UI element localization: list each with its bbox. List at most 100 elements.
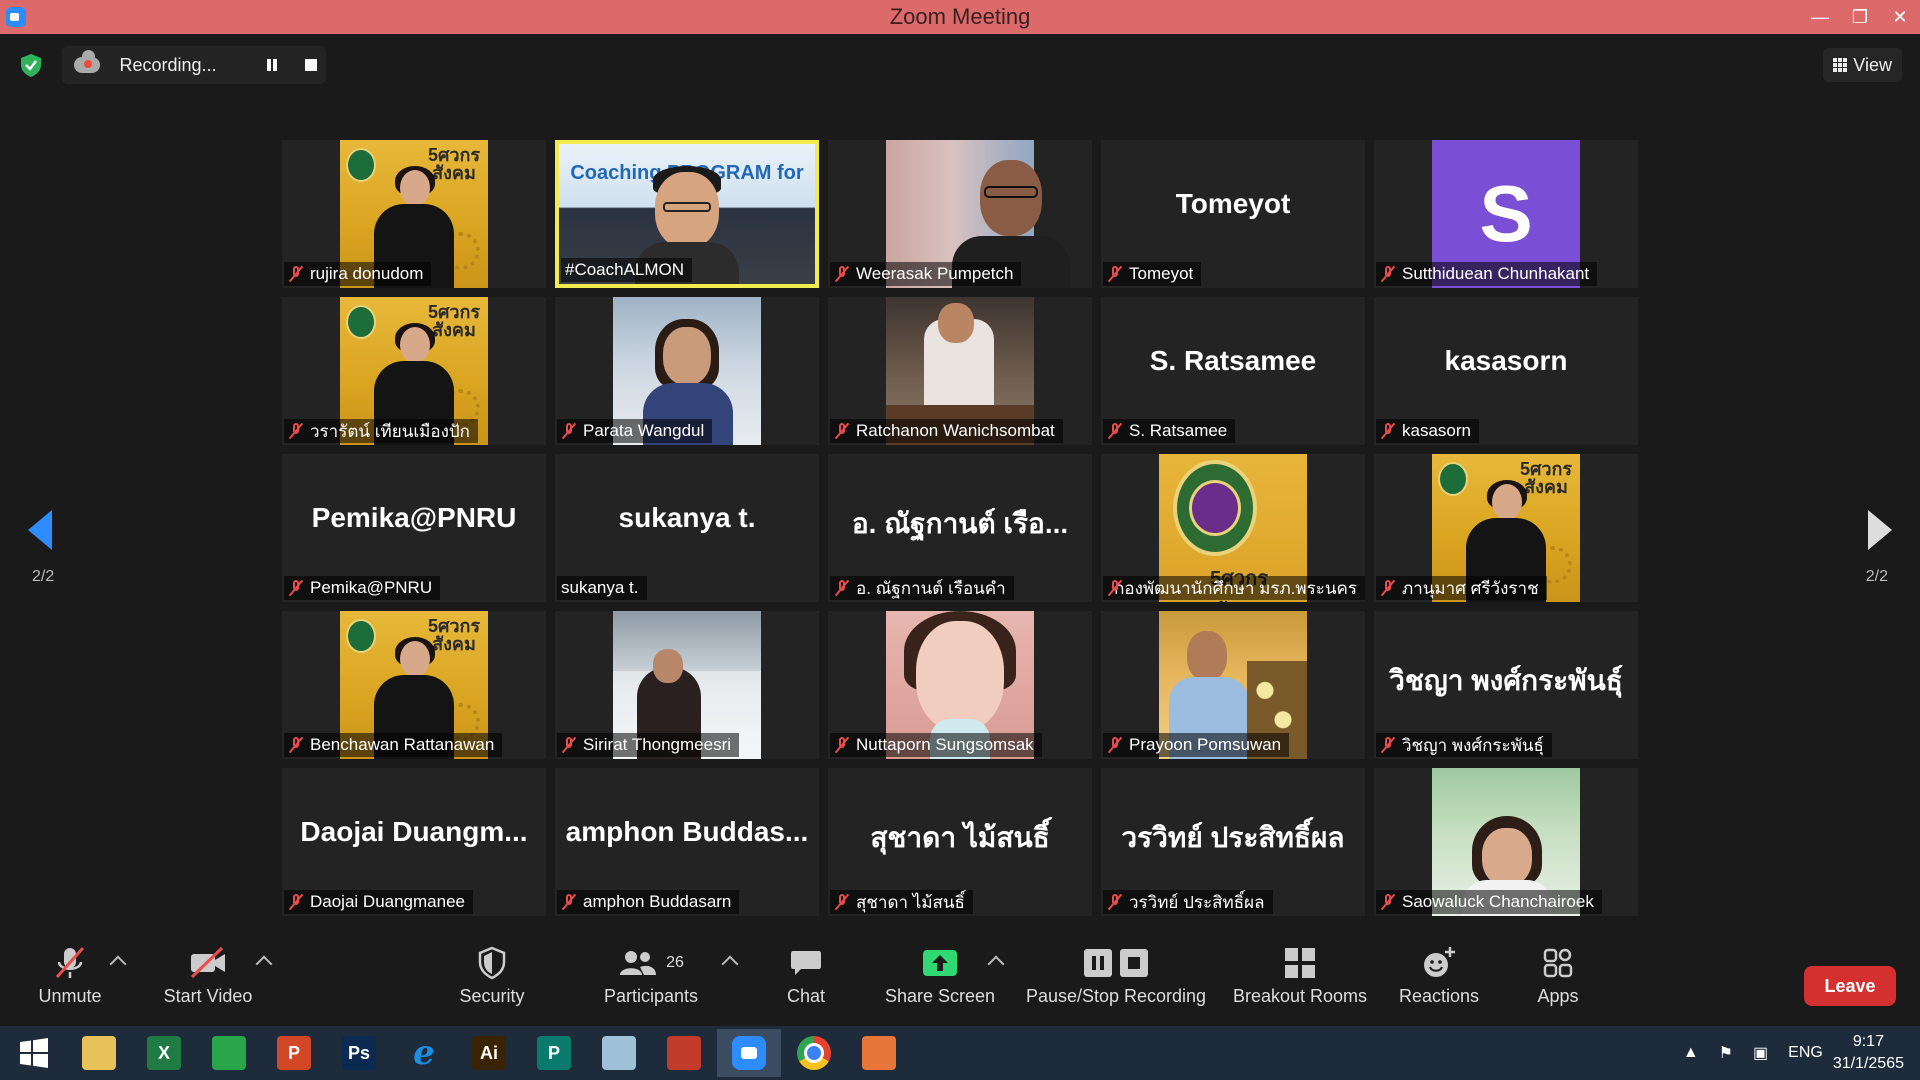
store-icon[interactable] (197, 1029, 261, 1077)
cloud-recording-icon (74, 50, 100, 73)
reactions-button[interactable]: Reactions (1396, 940, 1482, 1026)
excel-glyph: X (147, 1036, 181, 1070)
close-button[interactable]: ✕ (1880, 0, 1920, 34)
pause-recording-button[interactable] (257, 50, 286, 80)
window-titlebar: Zoom Meeting — ❐ ✕ (0, 0, 1920, 34)
zoom-icon[interactable] (717, 1029, 781, 1077)
share-screen-button[interactable]: Share Screen (880, 940, 1000, 1026)
participant-tile[interactable]: Prayoon Pomsuwan (1101, 611, 1365, 759)
audio-options-chevron-icon[interactable] (109, 955, 127, 973)
participant-name-label: #CoachALMON (561, 258, 693, 282)
participant-tile[interactable]: อ. ณัฐกานต์ เรือ... อ. ณัฐกานต์ เรือนคำ (828, 454, 1092, 602)
start-video-button[interactable]: Start Video (158, 940, 258, 1026)
reactions-label: Reactions (1398, 986, 1480, 1006)
leave-meeting-button[interactable]: Leave (1804, 966, 1896, 1006)
photoshop-icon[interactable]: Ps (327, 1029, 391, 1077)
next-page-arrow-icon[interactable] (1868, 510, 1892, 550)
participant-name-label: Sirirat Thongmeesri (557, 733, 740, 757)
minimize-button[interactable]: — (1800, 0, 1840, 34)
mic-muted-icon (834, 893, 850, 911)
participant-tile[interactable]: Daojai Duangm... Daojai Duangmanee (282, 768, 546, 916)
taskbar-clock[interactable]: 9:17 31/1/2565 (1833, 1031, 1904, 1075)
participants-options-chevron-icon[interactable] (721, 955, 739, 973)
breakout-rooms-button[interactable]: Breakout Rooms (1230, 940, 1370, 1026)
participant-name: Nuttaporn Sungsomsak (856, 735, 1034, 754)
apps-button[interactable]: Apps (1518, 940, 1598, 1026)
previous-page-arrow-icon[interactable] (28, 510, 52, 550)
language-indicator[interactable]: ENG (1788, 1044, 1823, 1062)
apps-label: Apps (1537, 986, 1579, 1006)
chat-button[interactable]: Chat (766, 940, 846, 1026)
participant-tile[interactable]: sukanya t. sukanya t. (555, 454, 819, 602)
participant-tile[interactable]: 5ศวกร สังคม Benchawan Rattanawan (282, 611, 546, 759)
file-explorer-icon[interactable] (67, 1029, 131, 1077)
show-hidden-icons-chevron-icon[interactable]: ▲ (1683, 1044, 1699, 1062)
excel-icon[interactable]: X (132, 1029, 196, 1077)
participant-name: Sirirat Thongmeesri (583, 735, 732, 754)
app-icon[interactable] (847, 1029, 911, 1077)
publisher-icon[interactable]: P (522, 1029, 586, 1077)
meeting-toolbar: Unmute Start Video Security 26 Participa… (0, 940, 1920, 1026)
windows-taskbar: X P Ps e Ai P ▲ ⚑ ▣ ENG 9:17 31/1/2565 (0, 1026, 1920, 1080)
share-screen-arrow-icon (923, 950, 957, 976)
participant-name-label: กองพัฒนานักศึกษา มรภ.พระนคร (1103, 576, 1365, 600)
action-center-flag-icon[interactable]: ⚑ (1719, 1043, 1733, 1063)
participants-button[interactable]: 26 Participants (596, 940, 706, 1026)
participant-display-name: อ. ณัฐกานต์ เรือ... (851, 508, 1069, 539)
participant-name-label: Nuttaporn Sungsomsak (830, 733, 1042, 757)
participant-name-label: Sutthiduean Chunhakant (1376, 262, 1598, 286)
illustrator-icon[interactable]: Ai (457, 1029, 521, 1077)
unmute-button[interactable]: Unmute (30, 940, 110, 1026)
participant-tile[interactable]: S Sutthiduean Chunhakant (1374, 140, 1638, 288)
pause-stop-icon (1084, 949, 1148, 977)
start-button-glyph (17, 1036, 51, 1070)
security-button[interactable]: Security (452, 940, 532, 1026)
pause-stop-recording-button[interactable]: Pause/Stop Recording (1024, 940, 1208, 1026)
shield-icon (478, 946, 506, 980)
participant-tile[interactable]: Ratchanon Wanichsombat (828, 297, 1092, 445)
mic-muted-icon (1107, 422, 1123, 440)
page-indicator-right: 2/2 (1865, 568, 1888, 585)
mic-muted-icon (834, 579, 850, 597)
video-camera-off-icon (190, 946, 225, 979)
chrome-icon[interactable] (782, 1029, 846, 1077)
participant-tile[interactable]: วิชญา พงศ์กระพันธุ์ วิชญา พงศ์กระพันธุ์ (1374, 611, 1638, 759)
video-options-chevron-icon[interactable] (255, 955, 273, 973)
store-glyph (212, 1036, 246, 1070)
start-button[interactable] (2, 1029, 66, 1077)
zoom-glyph (732, 1036, 766, 1070)
participants-count: 26 (666, 954, 684, 971)
participant-tile[interactable]: kasasorn kasasorn (1374, 297, 1638, 445)
encryption-shield-icon[interactable] (18, 52, 44, 78)
participant-tile[interactable]: 5ศวกร สังคม rujira donudom (282, 140, 546, 288)
participant-tile[interactable]: 5ศวกร สังคม ภานุมาศ ศรีวังราช (1374, 454, 1638, 602)
publisher-glyph: P (537, 1036, 571, 1070)
participant-tile[interactable]: วรวิทย์ ประสิทธิ์ผล วรวิทย์ ประสิทธิ์ผล (1101, 768, 1365, 916)
notepad-icon[interactable] (587, 1029, 651, 1077)
participant-tile[interactable]: Weerasak Pumpetch (828, 140, 1092, 288)
participant-tile[interactable]: Coaching PROGRAM for ...er#CoachALMON (555, 140, 819, 288)
participant-name: Parata Wangdul (583, 421, 705, 440)
participant-tile[interactable]: Sirirat Thongmeesri (555, 611, 819, 759)
photoscape-icon[interactable] (652, 1029, 716, 1077)
participant-tile[interactable]: Tomeyot Tomeyot (1101, 140, 1365, 288)
participant-tile[interactable]: Parata Wangdul (555, 297, 819, 445)
participant-tile[interactable]: 5ศวกร สังคม วรารัตน์ เทียนเมืองปัก (282, 297, 546, 445)
participant-tile[interactable]: Pemika@PNRU Pemika@PNRU (282, 454, 546, 602)
powerpoint-icon[interactable]: P (262, 1029, 326, 1077)
participant-tile[interactable]: S. Ratsamee S. Ratsamee (1101, 297, 1365, 445)
participant-display-name: Daojai Duangm... (300, 816, 528, 847)
participant-tile[interactable]: 5ศวกร สังคมกองพัฒนานักศึกษา มรภ.พระนคร (1101, 454, 1365, 602)
participant-tile[interactable]: amphon Buddas... amphon Buddasarn (555, 768, 819, 916)
participant-tile[interactable]: Saowaluck Chanchairoek (1374, 768, 1638, 916)
network-icon[interactable]: ▣ (1753, 1043, 1768, 1063)
participant-name-label: Tomeyot (1103, 262, 1202, 286)
restore-button[interactable]: ❐ (1840, 0, 1880, 34)
view-button[interactable]: View (1823, 48, 1902, 82)
participant-name: วรวิทย์ ประสิทธิ์ผล (1129, 892, 1265, 912)
participant-tile[interactable]: Nuttaporn Sungsomsak (828, 611, 1092, 759)
app-glyph (862, 1036, 896, 1070)
participant-tile[interactable]: สุชาดา ไม้สนธิ์ สุชาดา ไม้สนธิ์ (828, 768, 1092, 916)
internet-explorer-icon[interactable]: e (392, 1029, 456, 1077)
stop-recording-button[interactable] (297, 50, 326, 80)
